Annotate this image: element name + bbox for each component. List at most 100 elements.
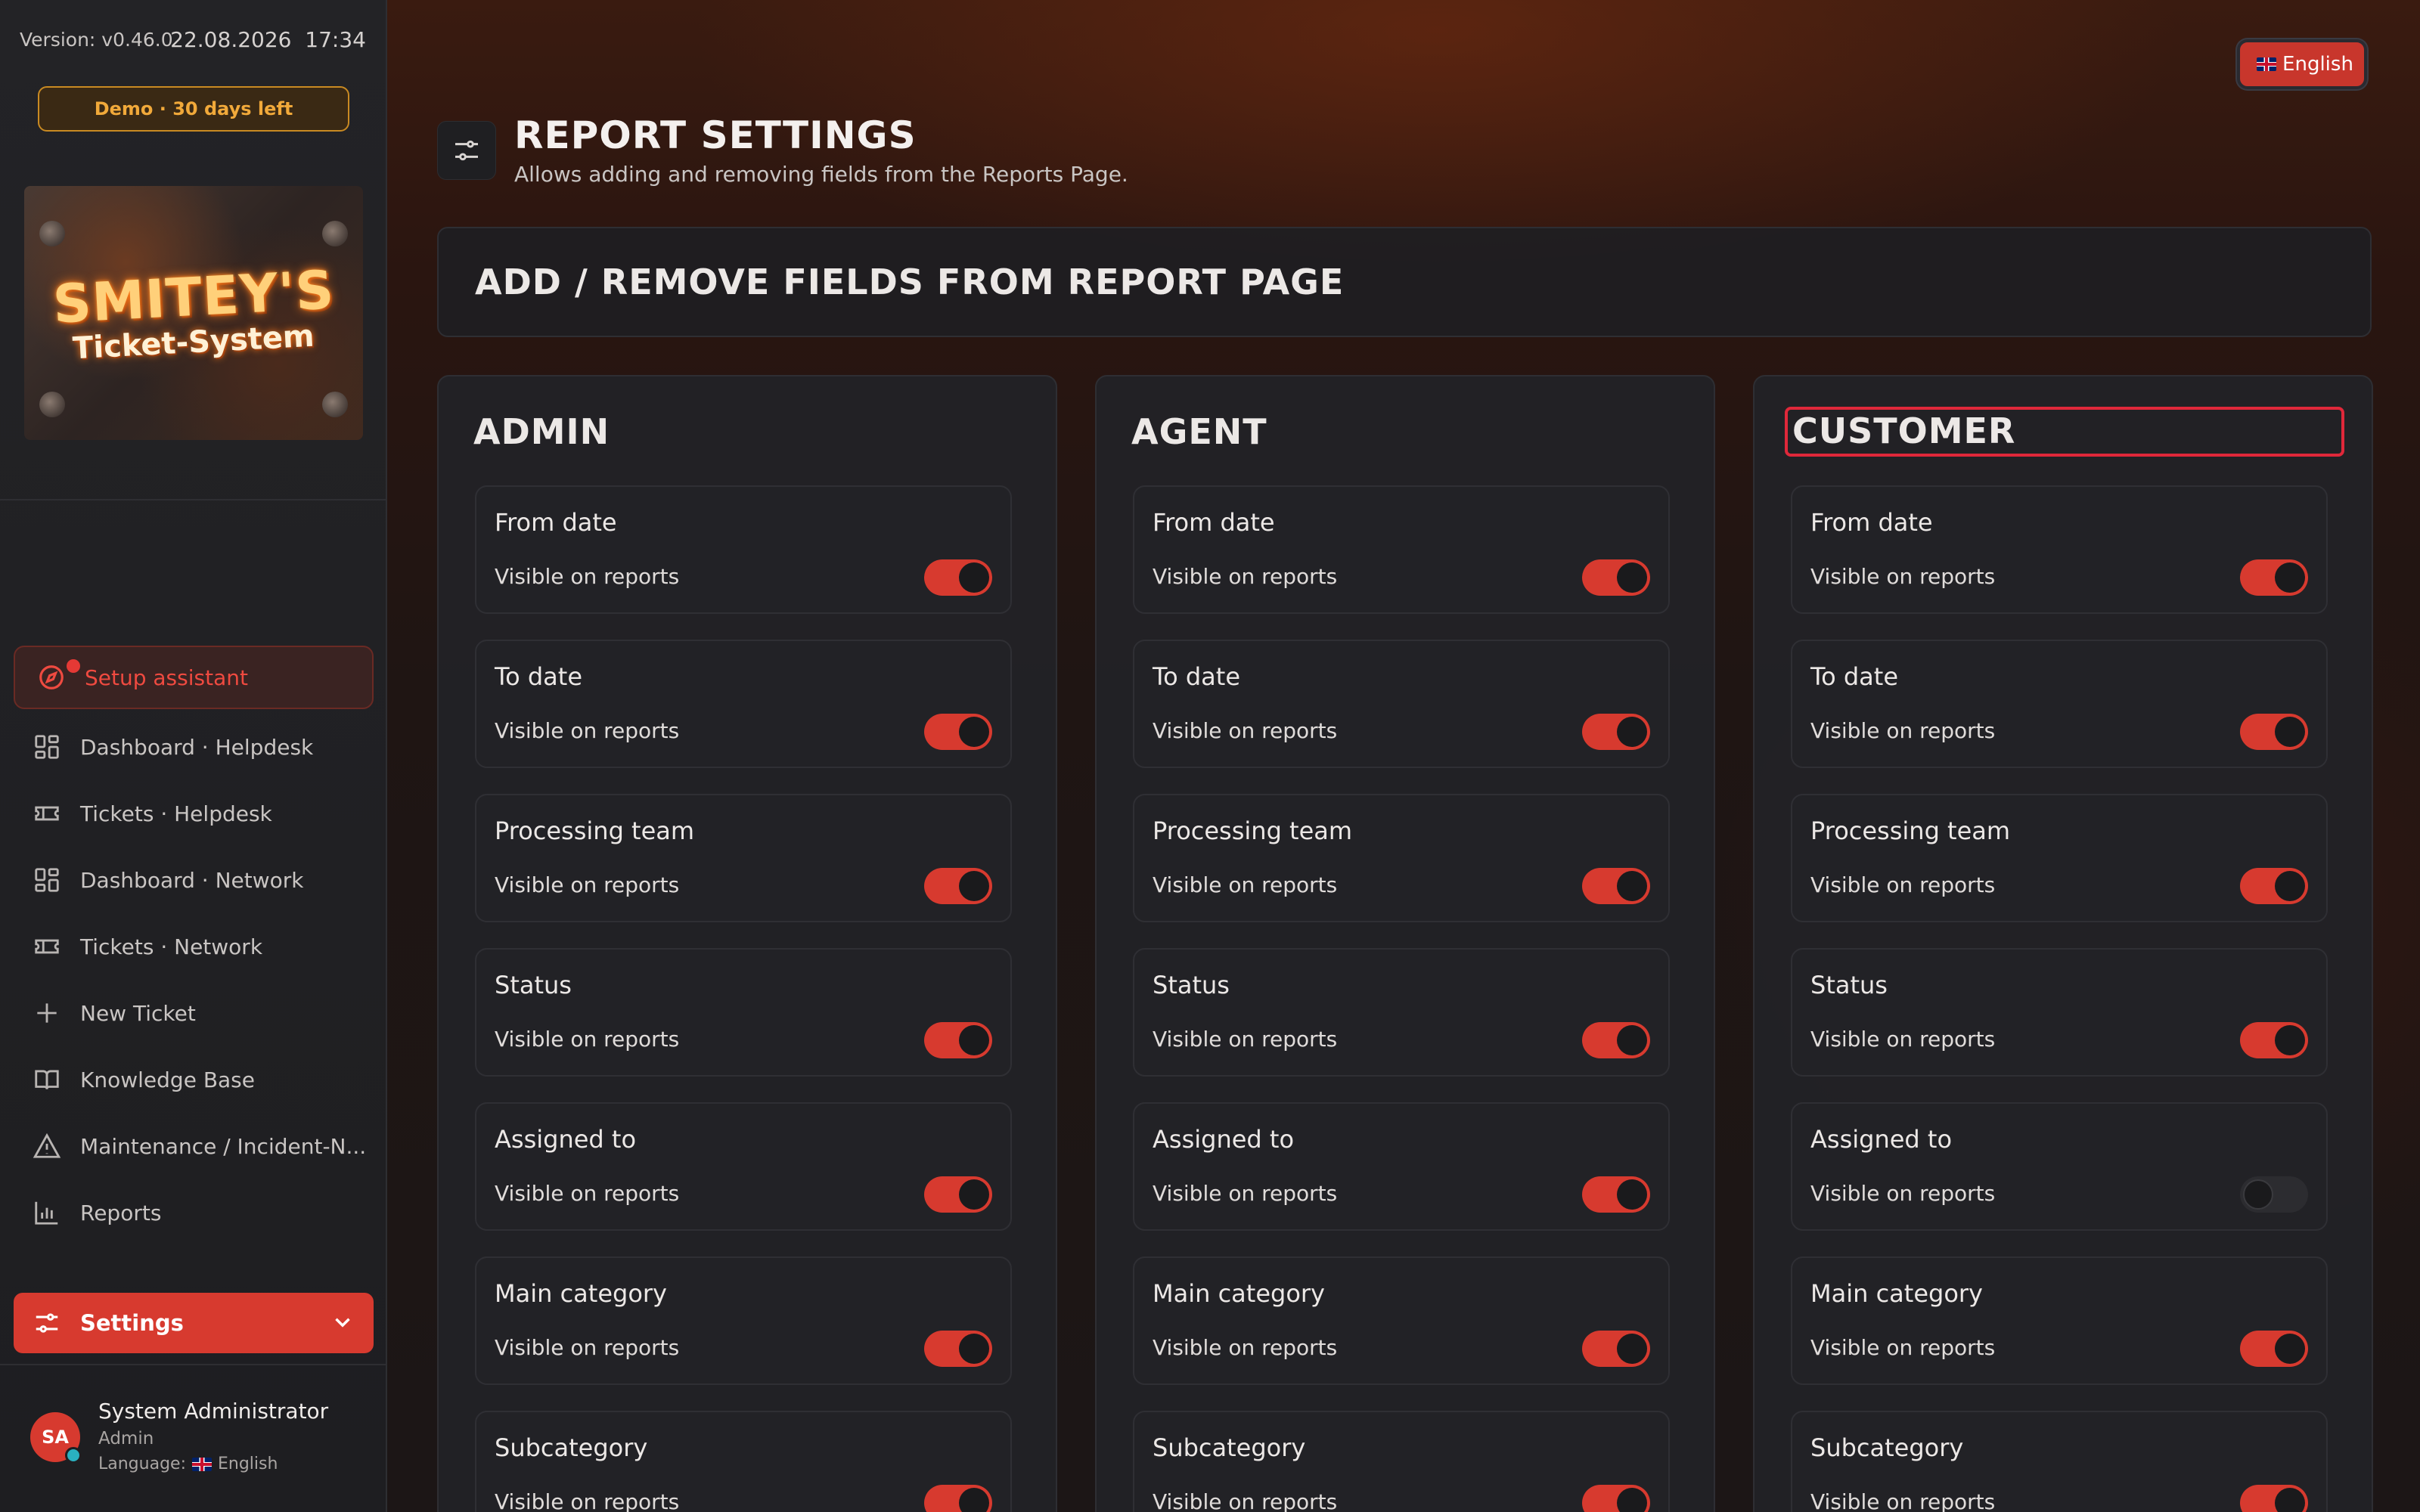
- visibility-toggle[interactable]: [924, 1022, 992, 1058]
- field-visibility-label: Visible on reports: [495, 564, 680, 589]
- nav-item-knowledge-base[interactable]: Knowledge Base: [14, 1049, 374, 1110]
- toggle-knob: [1617, 1179, 1647, 1210]
- bolt-icon: [322, 221, 348, 246]
- field-visibility-label: Visible on reports: [1810, 1489, 1996, 1512]
- field-visibility-label: Visible on reports: [1810, 1027, 1996, 1052]
- toggle-knob: [1617, 562, 1647, 593]
- visibility-toggle[interactable]: [2240, 1022, 2308, 1058]
- page-subtitle: Allows adding and removing fields from t…: [514, 162, 1128, 187]
- toggle-knob: [1617, 1025, 1647, 1055]
- field-name: From date: [1153, 508, 1275, 537]
- settings-button[interactable]: Settings: [14, 1293, 374, 1353]
- visibility-toggle[interactable]: [1582, 714, 1650, 750]
- visibility-toggle[interactable]: [2240, 559, 2308, 596]
- nav-item-tickets-helpdesk[interactable]: Tickets · Helpdesk: [14, 783, 374, 844]
- field-card: Main category Visible on reports: [1791, 1256, 2328, 1385]
- toggle-knob: [2275, 1025, 2305, 1055]
- visibility-toggle[interactable]: [1582, 868, 1650, 904]
- role-title[interactable]: CUSTOMER: [1785, 407, 2344, 457]
- toggle-knob: [959, 1025, 989, 1055]
- language-switcher-button[interactable]: English: [2237, 39, 2367, 89]
- field-visibility-label: Visible on reports: [1153, 564, 1338, 589]
- field-name: Status: [1810, 971, 1888, 999]
- setup-assistant-label: Setup assistant: [85, 665, 248, 690]
- nav-item-new-ticket[interactable]: New Ticket: [14, 983, 374, 1043]
- visibility-toggle[interactable]: [2240, 1176, 2308, 1213]
- avatar[interactable]: SA: [30, 1412, 82, 1464]
- role-title: ADMIN: [473, 411, 610, 452]
- toggle-knob: [959, 871, 989, 901]
- warning-icon: [32, 1131, 62, 1161]
- visibility-toggle[interactable]: [924, 559, 992, 596]
- nav-item-dashboard-helpdesk[interactable]: Dashboard · Helpdesk: [14, 717, 374, 777]
- field-card: Subcategory Visible on reports: [475, 1411, 1012, 1512]
- compass-icon: [36, 662, 67, 692]
- visibility-toggle[interactable]: [2240, 868, 2308, 904]
- field-visibility-label: Visible on reports: [495, 1335, 680, 1360]
- toggle-knob: [2275, 871, 2305, 901]
- field-card: Subcategory Visible on reports: [1791, 1411, 2328, 1512]
- toggle-knob: [1617, 1334, 1647, 1364]
- field-visibility-label: Visible on reports: [1153, 1335, 1338, 1360]
- field-name: Subcategory: [1153, 1433, 1306, 1462]
- language-switcher-label: English: [2282, 53, 2353, 76]
- field-name: From date: [495, 508, 617, 537]
- field-visibility-label: Visible on reports: [1153, 1489, 1338, 1512]
- avatar-initials: SA: [42, 1427, 69, 1448]
- toggle-knob: [959, 562, 989, 593]
- sliders-icon: [32, 1308, 62, 1338]
- nav-item-dashboard-network[interactable]: Dashboard · Network: [14, 850, 374, 910]
- book-icon: [32, 1064, 62, 1095]
- visibility-toggle[interactable]: [1582, 1022, 1650, 1058]
- field-card: Subcategory Visible on reports: [1133, 1411, 1670, 1512]
- field-name: Status: [495, 971, 572, 999]
- user-card[interactable]: SA System Administrator Admin Language: …: [0, 1365, 386, 1512]
- visibility-toggle[interactable]: [1582, 559, 1650, 596]
- nav-item-label: Reports: [80, 1200, 162, 1225]
- visibility-toggle[interactable]: [1582, 1176, 1650, 1213]
- visibility-toggle[interactable]: [2240, 1485, 2308, 1512]
- nav-item-maintenance[interactable]: Maintenance / Incident-N...: [14, 1116, 374, 1176]
- section-banner: ADD / REMOVE FIELDS FROM REPORT PAGE: [437, 227, 2372, 337]
- visibility-toggle[interactable]: [924, 868, 992, 904]
- field-name: Assigned to: [1810, 1125, 1953, 1154]
- toggle-knob: [2275, 1334, 2305, 1364]
- role-column-customer: CUSTOMER From date Visible on reports To da…: [1753, 375, 2373, 1512]
- settings-sliders-icon: [437, 121, 496, 180]
- field-visibility-label: Visible on reports: [1153, 1027, 1338, 1052]
- setup-assistant-button[interactable]: Setup assistant: [14, 646, 374, 709]
- sidebar-divider: [0, 499, 386, 500]
- field-visibility-label: Visible on reports: [495, 872, 680, 897]
- field-name: To date: [1153, 662, 1241, 691]
- app-logo: SMITEY'S Ticket-System: [24, 186, 363, 440]
- field-card: To date Visible on reports: [475, 640, 1012, 768]
- visibility-toggle[interactable]: [924, 1331, 992, 1367]
- field-card: Processing team Visible on reports: [475, 794, 1012, 922]
- toggle-knob: [2275, 717, 2305, 747]
- visibility-toggle[interactable]: [1582, 1331, 1650, 1367]
- user-language: Language: English: [98, 1455, 278, 1473]
- field-card: Assigned to Visible on reports: [1791, 1102, 2328, 1231]
- field-visibility-label: Visible on reports: [1153, 1181, 1338, 1206]
- toggle-knob: [2275, 562, 2305, 593]
- nav-item-tickets-network[interactable]: Tickets · Network: [14, 916, 374, 977]
- field-visibility-label: Visible on reports: [495, 718, 680, 743]
- visibility-toggle[interactable]: [924, 1485, 992, 1512]
- visibility-toggle[interactable]: [1582, 1485, 1650, 1512]
- field-card: Status Visible on reports: [1791, 948, 2328, 1077]
- role-column-agent: AGENT From date Visible on reports To date V…: [1095, 375, 1715, 1512]
- visibility-toggle[interactable]: [924, 714, 992, 750]
- time-label: 17:34: [305, 27, 366, 52]
- field-name: From date: [1810, 508, 1933, 537]
- visibility-toggle[interactable]: [2240, 714, 2308, 750]
- language-label: Language:: [98, 1455, 186, 1473]
- field-name: Assigned to: [495, 1125, 637, 1154]
- field-name: Processing team: [495, 816, 695, 845]
- nav-item-reports[interactable]: Reports: [14, 1182, 374, 1243]
- field-card: Assigned to Visible on reports: [475, 1102, 1012, 1231]
- ticket-icon: [32, 931, 62, 962]
- visibility-toggle[interactable]: [924, 1176, 992, 1213]
- section-title: ADD / REMOVE FIELDS FROM REPORT PAGE: [475, 262, 1345, 302]
- visibility-toggle[interactable]: [2240, 1331, 2308, 1367]
- notification-dot: [67, 659, 80, 673]
